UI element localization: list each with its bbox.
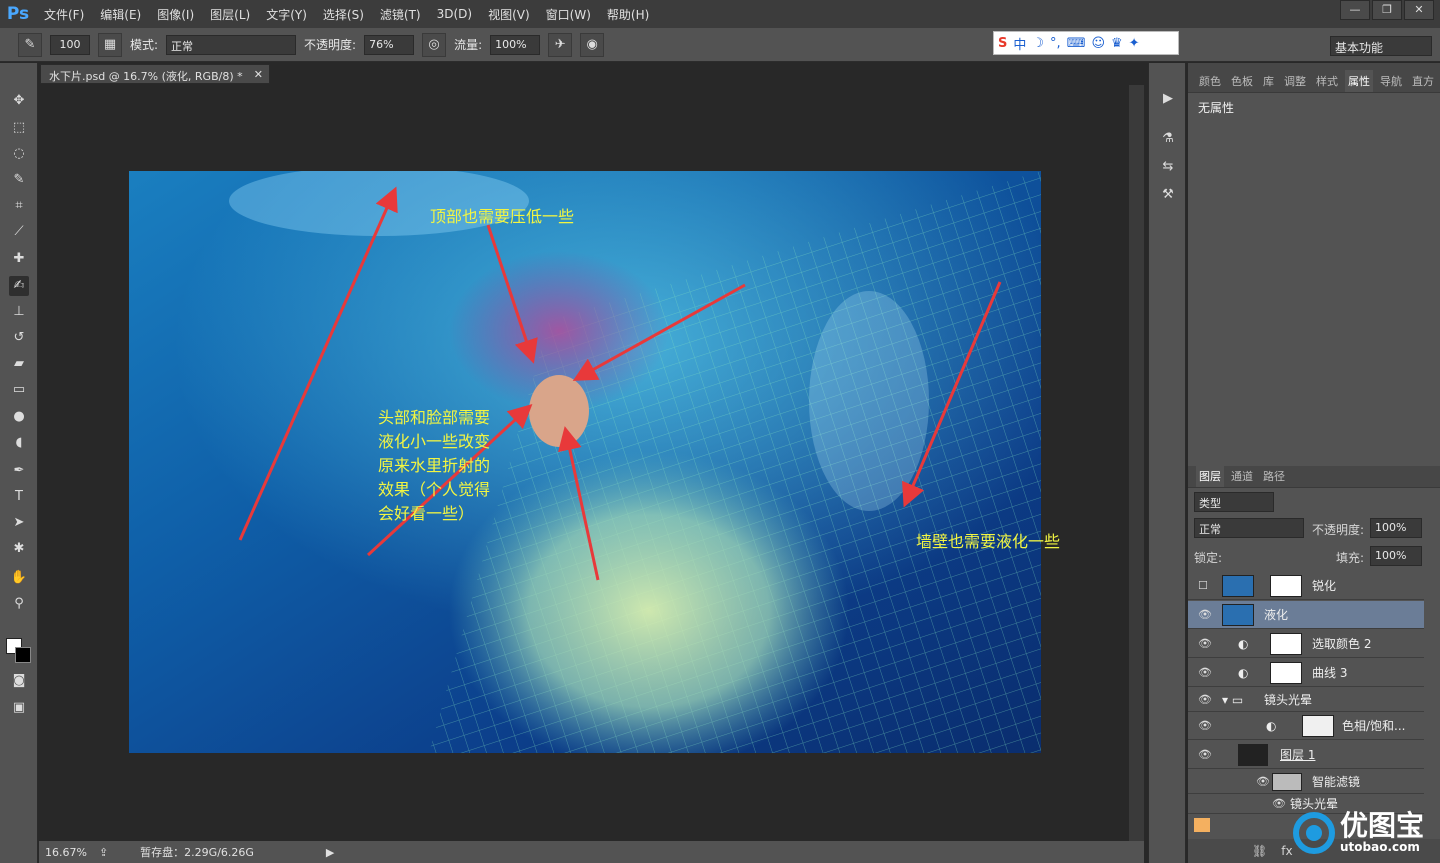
brush-presets-icon[interactable]: ⚗ (1158, 129, 1178, 149)
layer-row[interactable]: 👁 液化 (1188, 601, 1424, 629)
tab-libraries[interactable]: 库 (1260, 70, 1277, 92)
tab-properties[interactable]: 属性 (1345, 70, 1373, 92)
fx-icon[interactable]: fx (1281, 844, 1292, 858)
zoom-level[interactable]: 16.67% (45, 846, 87, 859)
watermark-logo: 优图宝 utobao.com (1292, 803, 1440, 863)
play-icon[interactable]: ▶ (1158, 89, 1178, 109)
folder-icon: ▾ ▭ (1222, 692, 1244, 707)
layer-row[interactable]: 👁 图层 1 (1188, 741, 1424, 769)
layer-name: 锐化 (1312, 579, 1337, 593)
layer-name: 选取颜色 2 (1312, 637, 1372, 651)
blend-mode-select[interactable]: 正常 (1194, 518, 1304, 538)
fill-label: 填充: (1336, 551, 1365, 565)
status-bar: 16.67% ⇪ 暂存盘：2.29G/6.26G ▶ (39, 841, 1144, 863)
annotation-top: 顶部也需要压低一些 (430, 207, 575, 226)
layer-name: 智能滤镜 (1312, 775, 1361, 789)
annotation-wall: 墙壁也需要液化一些 (916, 532, 1061, 551)
tab-channels[interactable]: 通道 (1228, 465, 1256, 487)
layer-mask-thumbnail (1302, 714, 1334, 737)
layer-name: 镜头光晕 (1264, 693, 1313, 707)
tab-swatches[interactable]: 色板 (1228, 70, 1256, 92)
collapsed-panels-strip: ▶ ⚗ ⇆ ⚒ (1148, 63, 1186, 863)
visibility-toggle[interactable]: ☐ (1198, 579, 1212, 592)
eye-icon[interactable]: 👁 (1198, 719, 1212, 732)
eye-icon[interactable]: 👁 (1198, 748, 1212, 761)
layer-opacity-input[interactable]: 100% (1370, 518, 1422, 538)
tab-layers[interactable]: 图层 (1196, 465, 1224, 487)
scratch-disk-info: 暂存盘：2.29G/6.26G (140, 846, 254, 859)
layer-name: 色相/饱和... (1342, 719, 1406, 733)
watermark-url: utobao.com (1340, 840, 1420, 854)
adjustment-layer-icon: ◐ (1238, 665, 1249, 680)
logo-swirl-icon (1293, 812, 1335, 854)
layer-name: 曲线 3 (1312, 666, 1348, 680)
properties-tabs: 颜色 色板 库 调整 样式 属性 导航 直方 (1188, 63, 1440, 93)
link-layers-icon[interactable]: ⛓ (1252, 844, 1267, 858)
adjustment-layer-icon: ◐ (1238, 636, 1249, 651)
layers-tabs: 图层 通道 路径 (1188, 465, 1440, 488)
tab-navigator[interactable]: 导航 (1377, 70, 1405, 92)
fill-input[interactable]: 100% (1370, 546, 1422, 566)
layer-name: 液化 (1264, 608, 1289, 622)
status-menu-icon[interactable]: ▶ (326, 846, 334, 859)
tab-paths[interactable]: 路径 (1260, 465, 1288, 487)
layer-opacity-label: 不透明度: (1312, 523, 1365, 537)
properties-body: 无属性 (1188, 93, 1440, 469)
layer-mask-thumbnail (1270, 574, 1302, 597)
properties-panel: 颜色 色板 库 调整 样式 属性 导航 直方 无属性 (1188, 63, 1440, 469)
tool-presets-icon[interactable]: ⚒ (1158, 185, 1178, 205)
layer-name: 图层 1 (1280, 748, 1316, 762)
layer-mask-thumbnail (1270, 632, 1302, 655)
layer-group-row[interactable]: 👁 ▾ ▭ 镜头光晕 (1188, 688, 1424, 712)
eye-icon[interactable]: 👁 (1198, 693, 1212, 706)
filter-mask-thumbnail (1272, 772, 1302, 791)
layer-filter-select[interactable]: 类型 (1194, 492, 1274, 512)
tab-histogram[interactable]: 直方 (1409, 70, 1437, 92)
tab-color[interactable]: 颜色 (1196, 70, 1224, 92)
tab-adjustments[interactable]: 调整 (1281, 70, 1309, 92)
eye-icon[interactable]: 👁 (1256, 775, 1270, 788)
layer-mask-thumbnail (1270, 661, 1302, 684)
watermark-title: 优图宝 (1340, 809, 1425, 842)
lock-label: 锁定: (1194, 551, 1223, 565)
eye-icon[interactable]: 👁 (1198, 666, 1212, 679)
layer-thumbnail (1222, 574, 1254, 597)
color-fill-thumbnail (1194, 818, 1210, 832)
export-icon[interactable]: ⇪ (99, 846, 108, 859)
layer-row[interactable]: 👁 ◐ 色相/饱和... (1188, 712, 1424, 740)
layer-row[interactable]: ☐ 锐化 (1188, 572, 1424, 600)
eye-icon[interactable]: 👁 (1198, 637, 1212, 650)
annotation-head: 头部和脸部需要液化小一些改变原来水里折射的效果（个人觉得会好看一些） (378, 408, 491, 523)
layer-row[interactable]: 👁 ◐ 选取颜色 2 (1188, 630, 1424, 658)
clone-source-icon[interactable]: ⇆ (1158, 157, 1178, 177)
layer-thumbnail (1222, 603, 1254, 626)
eye-icon[interactable]: 👁 (1272, 797, 1286, 810)
adjustment-layer-icon: ◐ (1266, 718, 1277, 733)
tab-styles[interactable]: 样式 (1313, 70, 1341, 92)
smart-filter-row[interactable]: 👁 智能滤镜 (1188, 770, 1424, 794)
layer-thumbnail (1238, 743, 1268, 766)
eye-icon[interactable]: 👁 (1198, 608, 1212, 621)
layer-row[interactable]: 👁 ◐ 曲线 3 (1188, 659, 1424, 687)
